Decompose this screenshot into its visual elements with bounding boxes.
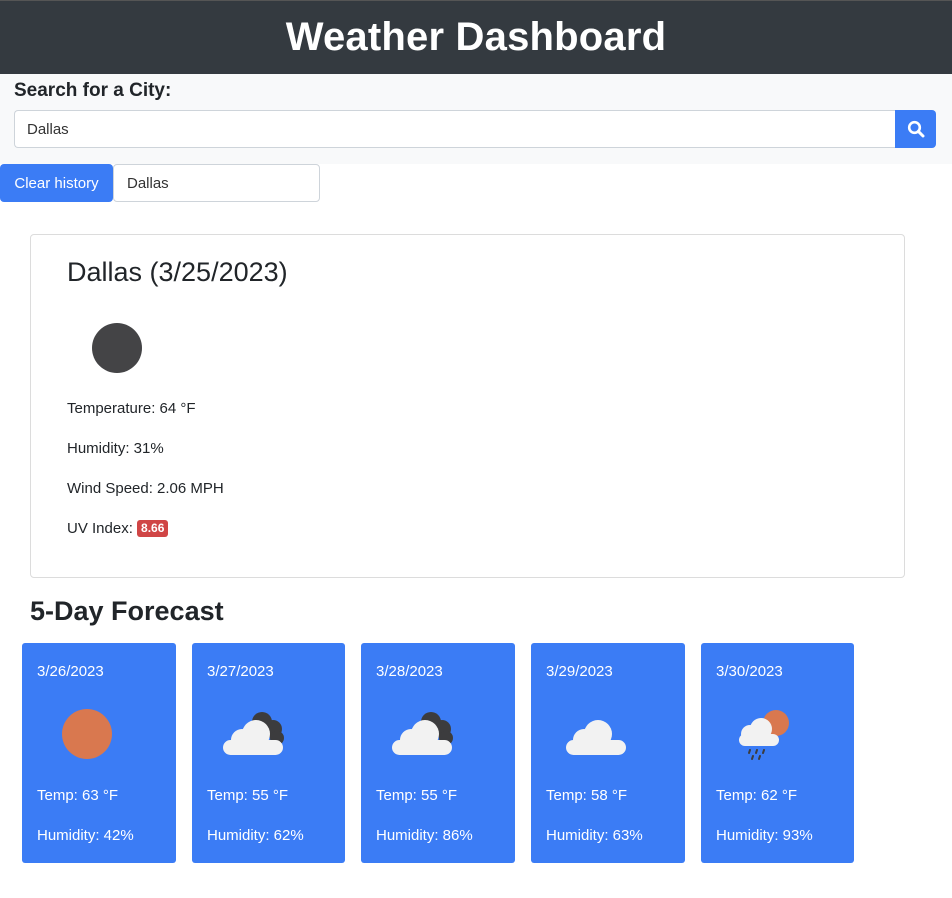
forecast-humidity: Humidity: 63% [546, 827, 643, 844]
current-city-title: Dallas (3/25/2023) [67, 257, 288, 287]
uv-index-label: UV Index: [67, 520, 138, 537]
current-humidity: Humidity: 31% [67, 440, 164, 457]
forecast-temp: Temp: 55 °F [376, 787, 458, 804]
broken-clouds-icon [392, 712, 453, 755]
forecast-date: 3/27/2023 [207, 663, 274, 680]
current-uv-index: UV Index: 8.66 [67, 520, 169, 537]
current-wind-speed: Wind Speed: 2.06 MPH [67, 480, 224, 497]
uv-index-badge: 8.66 [137, 520, 169, 537]
forecast-temp: Temp: 63 °F [37, 787, 119, 804]
current-temperature: Temperature: 64 °F [67, 400, 196, 417]
forecast-date: 3/30/2023 [716, 663, 783, 680]
search-button[interactable] [895, 110, 936, 148]
sun-icon [62, 709, 112, 759]
forecast-temp: Temp: 58 °F [546, 787, 628, 804]
search-panel: Search for a City: [0, 74, 952, 164]
search-icon [907, 120, 924, 138]
forecast-card: 3/27/2023 Temp: 55 °F Humidity: 62% [192, 643, 345, 863]
forecast-card: 3/30/2023 Temp: 62 °F Humidity: 93% [701, 643, 854, 863]
forecast-humidity: Humidity: 86% [376, 827, 473, 844]
forecast-humidity: Humidity: 42% [37, 827, 134, 844]
search-label: Search for a City: [14, 80, 172, 101]
forecast-temp: Temp: 62 °F [716, 787, 798, 804]
forecast-humidity: Humidity: 93% [716, 827, 813, 844]
search-input[interactable] [14, 110, 895, 148]
forecast-date: 3/28/2023 [376, 663, 443, 680]
app-header: Weather Dashboard [0, 0, 952, 74]
rain-sun-icon [739, 710, 789, 760]
forecast-heading: 5-Day Forecast [30, 596, 224, 626]
forecast-card: 3/28/2023 Temp: 55 °F Humidity: 86% [361, 643, 515, 863]
forecast-temp: Temp: 55 °F [207, 787, 289, 804]
current-weather-card: Dallas (3/25/2023) Temperature: 64 °F Hu… [30, 234, 905, 578]
forecast-card: 3/26/2023 Temp: 63 °F Humidity: 42% [22, 643, 176, 863]
forecast-date: 3/29/2023 [546, 663, 613, 680]
page-title: Weather Dashboard [285, 15, 667, 59]
forecast-date: 3/26/2023 [37, 663, 104, 680]
dark-circle-icon [92, 323, 142, 373]
history-item-dallas[interactable]: Dallas [113, 164, 320, 202]
clear-history-button[interactable]: Clear history [0, 164, 113, 202]
forecast-card: 3/29/2023 Temp: 58 °F Humidity: 63% [531, 643, 685, 863]
forecast-humidity: Humidity: 62% [207, 827, 304, 844]
broken-clouds-icon [223, 712, 284, 755]
cloud-icon [566, 720, 626, 755]
